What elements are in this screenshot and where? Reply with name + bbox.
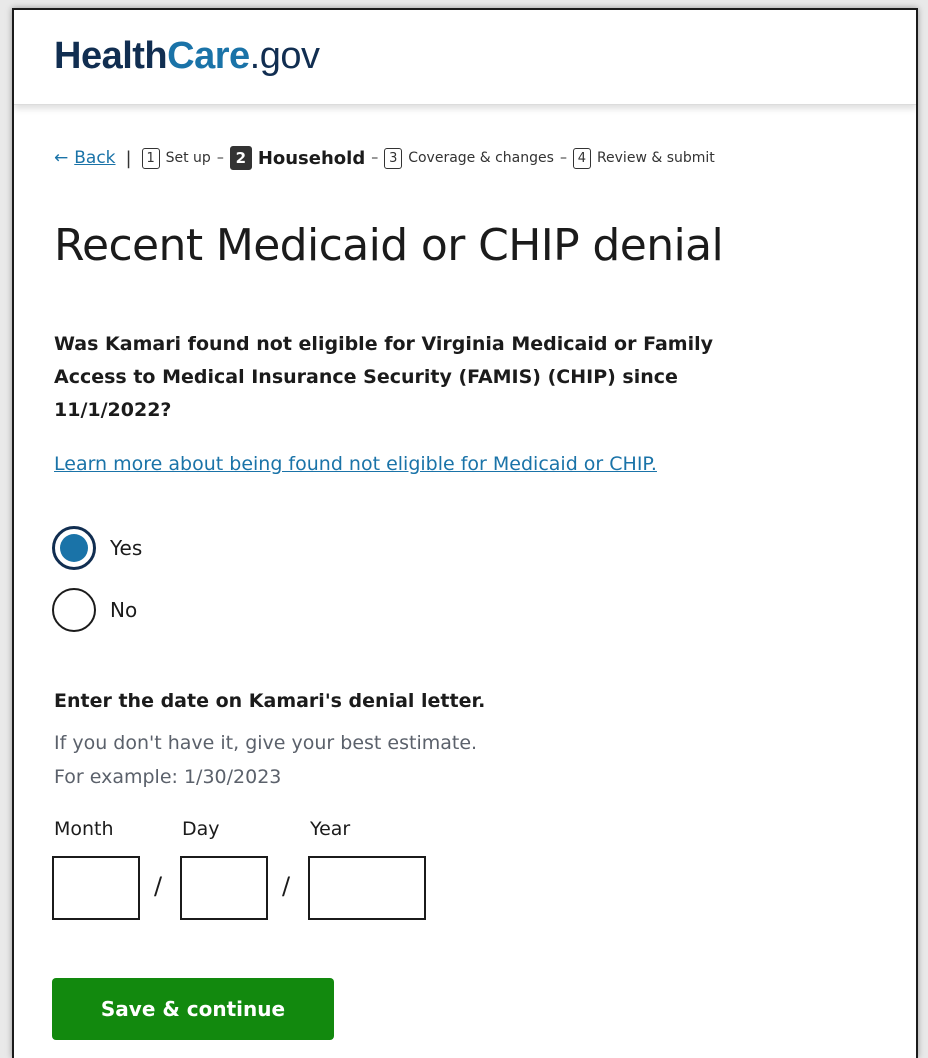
back-link[interactable]: ← Back xyxy=(54,148,116,168)
day-label: Day xyxy=(182,818,220,840)
date-slash: / xyxy=(154,872,163,900)
step-4-label: Review & submit xyxy=(596,150,715,166)
radio-option-no[interactable]: No xyxy=(52,588,137,632)
site-header: HealthCare.gov xyxy=(14,10,916,105)
radio-no-label: No xyxy=(110,598,138,622)
step-3-number: 3 xyxy=(384,147,403,169)
step-3-label: Coverage & changes xyxy=(408,150,554,166)
month-input[interactable] xyxy=(52,856,140,920)
step-2-label: Household xyxy=(257,147,366,169)
eligibility-question: Was Kamari found not eligible for Virgin… xyxy=(54,333,713,421)
step-1-label: Set up xyxy=(165,150,211,166)
year-input[interactable] xyxy=(308,856,426,920)
step-4-number: 4 xyxy=(572,147,591,169)
day-input[interactable] xyxy=(180,856,268,920)
page-title: Recent Medicaid or CHIP denial xyxy=(54,220,724,271)
back-link-label: Back xyxy=(74,148,116,168)
date-slash: / xyxy=(282,872,291,900)
healthcare-gov-logo[interactable]: HealthCare.gov xyxy=(54,32,320,80)
browser-frame: HealthCare.gov ← Back | 1 Set up – 2 Hous… xyxy=(12,8,918,1058)
radio-no-unchecked-icon[interactable] xyxy=(52,588,96,632)
step-navigation: ← Back | 1 Set up – 2 Household – 3 Cover… xyxy=(54,146,715,170)
year-label: Year xyxy=(310,818,351,840)
back-arrow-icon: ← xyxy=(54,148,69,168)
learn-more-link[interactable]: Learn more about being found not eligibl… xyxy=(54,448,754,481)
logo-care: Care xyxy=(167,35,250,77)
step-dash: – xyxy=(559,150,567,166)
logo-health: Health xyxy=(54,35,168,77)
step-2-number: 2 xyxy=(229,146,252,170)
logo-gov: .gov xyxy=(249,35,320,77)
nav-separator: | xyxy=(125,147,132,169)
month-label: Month xyxy=(54,818,114,840)
step-1-number: 1 xyxy=(141,147,160,169)
radio-option-yes[interactable]: Yes xyxy=(52,526,142,570)
date-example: For example: 1/30/2023 xyxy=(54,766,282,788)
radio-yes-checked-icon[interactable] xyxy=(52,526,96,570)
step-dash: – xyxy=(371,150,379,166)
save-and-continue-button[interactable]: Save & continue xyxy=(52,978,334,1040)
radio-yes-label: Yes xyxy=(110,536,143,560)
date-hint: If you don't have it, give your best est… xyxy=(54,732,478,754)
denial-date-label: Enter the date on Kamari's denial letter… xyxy=(54,690,486,712)
step-dash: – xyxy=(216,150,224,166)
